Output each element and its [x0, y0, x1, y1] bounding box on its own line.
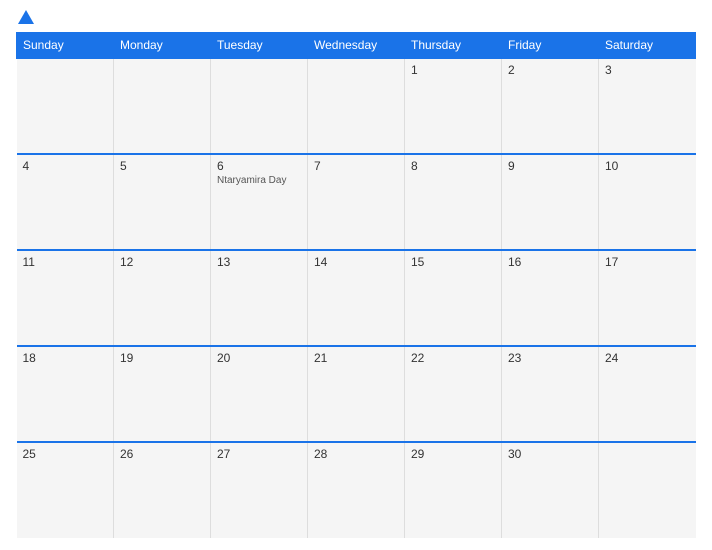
day-number: 3: [605, 63, 690, 77]
day-number: 9: [508, 159, 592, 173]
day-cell-4-2: 27: [211, 442, 308, 538]
holiday-label: Ntaryamira Day: [217, 175, 301, 186]
day-cell-3-3: 21: [308, 346, 405, 442]
header-saturday: Saturday: [599, 33, 696, 59]
day-cell-1-3: 7: [308, 154, 405, 250]
day-cell-3-0: 18: [17, 346, 114, 442]
week-row-4: 18 19 20 21 22 23 24: [17, 346, 696, 442]
day-number: 1: [411, 63, 495, 77]
day-cell-3-4: 22: [405, 346, 502, 442]
day-number: 6: [217, 159, 301, 173]
calendar-table: Sunday Monday Tuesday Wednesday Thursday…: [16, 32, 696, 538]
day-number: 12: [120, 255, 204, 269]
day-cell-3-2: 20: [211, 346, 308, 442]
day-cell-3-6: 24: [599, 346, 696, 442]
day-number: 2: [508, 63, 592, 77]
day-cell-1-2: 6 Ntaryamira Day: [211, 154, 308, 250]
day-number: 24: [605, 351, 690, 365]
day-number: 25: [23, 447, 108, 461]
header-monday: Monday: [114, 33, 211, 59]
day-cell-0-4: 1: [405, 58, 502, 154]
week-row-1: 123: [17, 58, 696, 154]
header-thursday: Thursday: [405, 33, 502, 59]
day-number: 8: [411, 159, 495, 173]
day-number: 21: [314, 351, 398, 365]
day-cell-2-0: 11: [17, 250, 114, 346]
day-cell-4-5: 30: [502, 442, 599, 538]
header: [16, 12, 696, 24]
day-number: 17: [605, 255, 690, 269]
day-cell-1-6: 10: [599, 154, 696, 250]
day-cell-0-2: [211, 58, 308, 154]
day-number: 5: [120, 159, 204, 173]
day-number: 14: [314, 255, 398, 269]
week-row-2: 456 Ntaryamira Day 789 10: [17, 154, 696, 250]
header-wednesday: Wednesday: [308, 33, 405, 59]
day-number: 28: [314, 447, 398, 461]
day-number: 7: [314, 159, 398, 173]
day-cell-2-3: 14: [308, 250, 405, 346]
day-cell-4-1: 26: [114, 442, 211, 538]
day-cell-0-3: [308, 58, 405, 154]
day-cell-3-1: 19: [114, 346, 211, 442]
day-cell-0-1: [114, 58, 211, 154]
day-cell-1-4: 8: [405, 154, 502, 250]
week-row-5: 25 26 27 28 29 30: [17, 442, 696, 538]
day-cell-4-3: 28: [308, 442, 405, 538]
header-friday: Friday: [502, 33, 599, 59]
week-row-3: 11 12 13 14 15 16 17: [17, 250, 696, 346]
day-number: 10: [605, 159, 690, 173]
day-cell-1-0: 4: [17, 154, 114, 250]
day-cell-1-1: 5: [114, 154, 211, 250]
day-cell-4-0: 25: [17, 442, 114, 538]
weekday-header-row: Sunday Monday Tuesday Wednesday Thursday…: [17, 33, 696, 59]
day-cell-2-6: 17: [599, 250, 696, 346]
day-number: 23: [508, 351, 592, 365]
day-cell-2-1: 12: [114, 250, 211, 346]
day-number: 15: [411, 255, 495, 269]
logo: [16, 12, 34, 24]
day-number: 20: [217, 351, 301, 365]
day-cell-4-6: [599, 442, 696, 538]
day-number: 30: [508, 447, 592, 461]
day-cell-0-6: 3: [599, 58, 696, 154]
header-sunday: Sunday: [17, 33, 114, 59]
day-number: 26: [120, 447, 204, 461]
day-cell-3-5: 23: [502, 346, 599, 442]
day-number: 13: [217, 255, 301, 269]
day-cell-0-5: 2: [502, 58, 599, 154]
day-cell-2-2: 13: [211, 250, 308, 346]
logo-triangle-icon: [18, 10, 34, 24]
day-number: 27: [217, 447, 301, 461]
page: Sunday Monday Tuesday Wednesday Thursday…: [0, 0, 712, 550]
day-cell-2-4: 15: [405, 250, 502, 346]
day-cell-4-4: 29: [405, 442, 502, 538]
day-cell-0-0: [17, 58, 114, 154]
day-number: 11: [23, 255, 108, 269]
day-number: 19: [120, 351, 204, 365]
day-number: 22: [411, 351, 495, 365]
day-cell-1-5: 9: [502, 154, 599, 250]
day-cell-2-5: 16: [502, 250, 599, 346]
day-number: 29: [411, 447, 495, 461]
day-number: 4: [23, 159, 108, 173]
day-number: 18: [23, 351, 108, 365]
header-tuesday: Tuesday: [211, 33, 308, 59]
day-number: 16: [508, 255, 592, 269]
